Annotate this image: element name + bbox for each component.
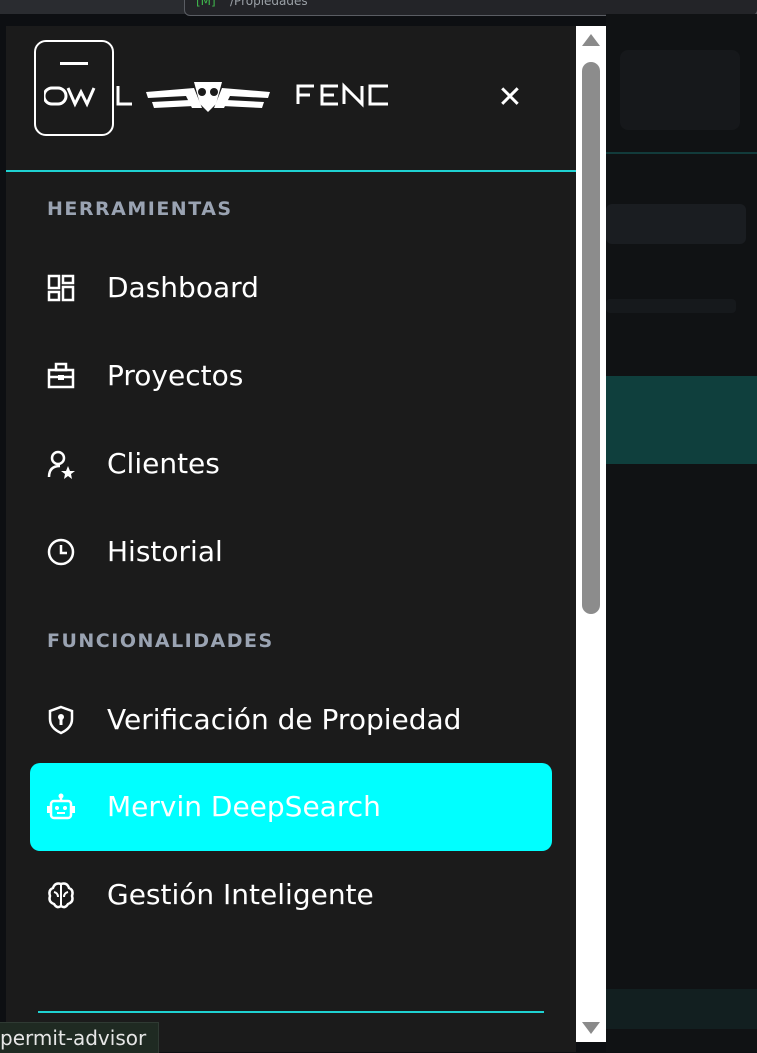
sidebar-item-dashboard[interactable]: Dashboard [30,244,552,332]
clock-icon [47,538,75,566]
sidebar-item-label: Historial [107,535,223,568]
sidebar-item-mervin-deepsearch[interactable]: Mervin DeepSearch [30,763,552,851]
sidebar-item-label: Proyectos [107,359,244,392]
sidebar-item-label: Verificación de Propiedad [107,703,462,736]
browser-toolbar: [M] /Propiedades [0,0,757,16]
sidebar-item-label: Clientes [107,447,220,480]
menu-toggle-button[interactable] [34,40,114,136]
sidebar-drawer: ✕ HERRAMIENTAS Dashboard Proyectos Clien… [6,26,576,1052]
url-text: /Propiedades [230,0,308,8]
sidebar-item-historial[interactable]: Historial [30,508,552,596]
dashboard-icon [47,274,75,302]
background-divider [606,152,757,154]
background-logo [620,50,740,130]
sidebar-item-gestion-inteligente[interactable]: Gestión Inteligente [30,851,552,939]
robot-icon [47,793,75,820]
briefcase-icon [47,362,75,389]
sidebar-item-verificacion[interactable]: Verificación de Propiedad [30,676,552,764]
close-button[interactable]: ✕ [490,78,530,118]
sidebar-item-label: Dashboard [107,271,259,304]
section-title-herramientas: HERRAMIENTAS [47,198,233,220]
sidebar-item-label: Gestión Inteligente [107,878,374,911]
background-heading [606,204,746,244]
brand-header: ✕ [6,26,576,172]
sidebar-item-label: Mervin DeepSearch [107,790,381,823]
background-banner [606,376,757,464]
menu-icon [60,62,88,65]
shield-icon [48,705,74,735]
background-subtitle [606,299,736,313]
sidebar-item-clientes[interactable]: Clientes [30,420,552,508]
link-status-tooltip: permit-advisor [0,1022,160,1053]
background-page [606,14,757,1052]
close-icon: ✕ [497,80,523,115]
brain-icon [48,882,74,909]
url-badge: [M] [196,0,216,8]
background-footer [606,989,757,1029]
sidebar-scrollbar[interactable] [576,26,606,1042]
sidebar-divider [38,1011,544,1013]
user-star-icon [47,450,75,479]
section-title-funcionalidades: FUNCIONALIDADES [47,630,274,652]
scroll-thumb[interactable] [582,62,600,614]
scroll-down-icon[interactable] [582,1022,600,1034]
scroll-up-icon[interactable] [582,34,600,46]
sidebar-item-proyectos[interactable]: Proyectos [30,332,552,420]
